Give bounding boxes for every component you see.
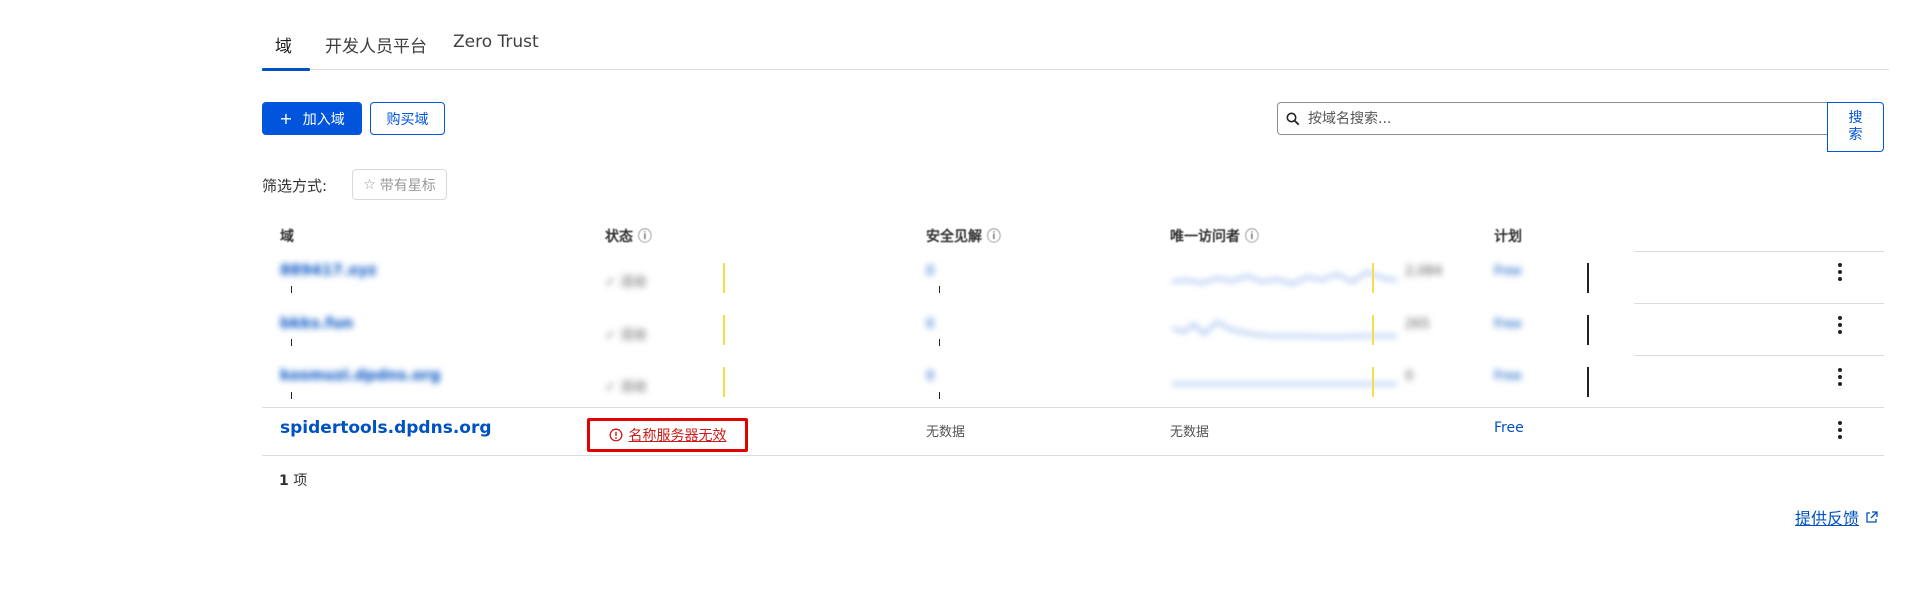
header-status-label: 状态	[605, 229, 633, 245]
status-text: ✓ 活动	[605, 328, 647, 343]
row-divider	[1634, 355, 1884, 356]
search-icon	[1286, 112, 1300, 126]
plan-link[interactable]: Free	[1494, 420, 1524, 436]
header-visitors-label: 唯一访问者	[1170, 229, 1240, 245]
tab-bar: 域 开发人员平台 Zero Trust	[262, 28, 1889, 71]
info-circle-icon[interactable]: ⓘ	[987, 229, 1001, 245]
row-divider	[1634, 303, 1884, 304]
feedback-label: 提供反馈	[1795, 509, 1860, 528]
visitors-sparkline	[1172, 320, 1397, 339]
starred-filter-button[interactable]: ☆ 带有星标	[352, 169, 447, 200]
item-count-number: 1	[279, 473, 289, 489]
insights-count[interactable]: 0	[926, 369, 934, 384]
visitors-sparkline	[1172, 270, 1398, 286]
active-tab-indicator	[262, 68, 310, 71]
column-marker	[723, 367, 725, 397]
plan-link[interactable]: Free	[1494, 369, 1522, 384]
visitors-count: 0	[1405, 369, 1414, 384]
cursor-tick	[291, 392, 292, 399]
kebab-menu-icon[interactable]	[1837, 368, 1843, 386]
info-circle-icon[interactable]: ⓘ	[1245, 229, 1259, 245]
domain-link[interactable]: kosmuzi.dpdns.org	[280, 366, 441, 384]
header-plan-label: 计划	[1494, 229, 1522, 245]
column-marker	[1587, 367, 1589, 397]
row-divider	[1634, 251, 1884, 252]
tab-zero-trust[interactable]: Zero Trust	[453, 32, 539, 52]
plan-link[interactable]: Free	[1494, 264, 1522, 279]
visitors-sparkline	[1172, 383, 1397, 385]
star-outline-icon: ☆	[363, 176, 376, 193]
domain-link[interactable]: 889417.xyz	[280, 261, 377, 279]
cursor-tick	[939, 339, 940, 346]
table-bottom-border	[262, 455, 1884, 456]
external-link-icon	[1865, 510, 1878, 524]
kebab-menu-icon[interactable]	[1837, 316, 1843, 334]
column-marker	[1587, 263, 1589, 293]
add-domain-label: 加入域	[302, 111, 345, 128]
status-text: ✓ 活动	[605, 380, 647, 395]
domain-link[interactable]: bkks.fun	[280, 314, 353, 332]
search-button[interactable]: 搜索	[1827, 102, 1884, 152]
kebab-menu-icon[interactable]	[1837, 263, 1843, 281]
security-insights-value: 无数据	[926, 425, 966, 440]
feedback-link[interactable]: 提供反馈	[1795, 505, 1878, 529]
cursor-tick	[939, 392, 940, 399]
filter-label: 筛选方式:	[262, 177, 328, 195]
cursor-tick	[291, 339, 292, 346]
insights-count[interactable]: 0	[926, 264, 934, 279]
add-domain-button[interactable]: + 加入域	[262, 102, 362, 135]
column-marker	[723, 263, 725, 293]
alert-circle-icon	[609, 428, 623, 442]
tab-developer-platform[interactable]: 开发人员平台	[325, 32, 427, 57]
row-divider	[262, 407, 1884, 408]
domain-link[interactable]: spidertools.dpdns.org	[280, 418, 492, 438]
info-circle-icon[interactable]: ⓘ	[638, 229, 652, 245]
visitors-count: 265	[1405, 317, 1430, 332]
item-count-unit: 项	[293, 473, 308, 489]
tab-domains[interactable]: 域	[275, 32, 292, 57]
status-label: 名称服务器无效	[628, 428, 727, 444]
column-marker	[1372, 367, 1374, 397]
buy-domain-button[interactable]: 购买域	[370, 102, 445, 135]
cursor-tick	[291, 286, 292, 293]
unique-visitors-value: 无数据	[1170, 425, 1210, 440]
insights-count[interactable]: 0	[926, 317, 934, 332]
kebab-menu-icon[interactable]	[1837, 421, 1843, 439]
item-count: 1 项	[279, 470, 307, 490]
plan-link[interactable]: Free	[1494, 317, 1522, 332]
column-marker	[1372, 263, 1374, 293]
column-marker	[1372, 315, 1374, 345]
status-text: ✓ 活动	[605, 275, 647, 290]
header-security-insights: 安全见解 ⓘ	[926, 226, 1001, 246]
search-field[interactable]	[1277, 102, 1827, 135]
header-status: 状态 ⓘ	[605, 226, 652, 246]
column-marker	[1587, 315, 1589, 345]
header-security-label: 安全见解	[926, 229, 982, 245]
invalid-nameservers-status[interactable]: 名称服务器无效	[587, 418, 748, 452]
header-unique-visitors: 唯一访问者 ⓘ	[1170, 226, 1259, 246]
cursor-tick	[939, 286, 940, 293]
header-plan: 计划	[1494, 226, 1522, 246]
plus-icon: +	[279, 109, 293, 128]
header-domain: 域	[280, 226, 294, 246]
search-button-label: 搜索	[1848, 110, 1863, 143]
header-domain-label: 域	[280, 229, 294, 245]
starred-filter-label: 带有星标	[379, 177, 436, 194]
column-marker	[723, 315, 725, 345]
search-input[interactable]	[1306, 109, 1790, 128]
visitors-count: 2,084	[1405, 264, 1443, 279]
